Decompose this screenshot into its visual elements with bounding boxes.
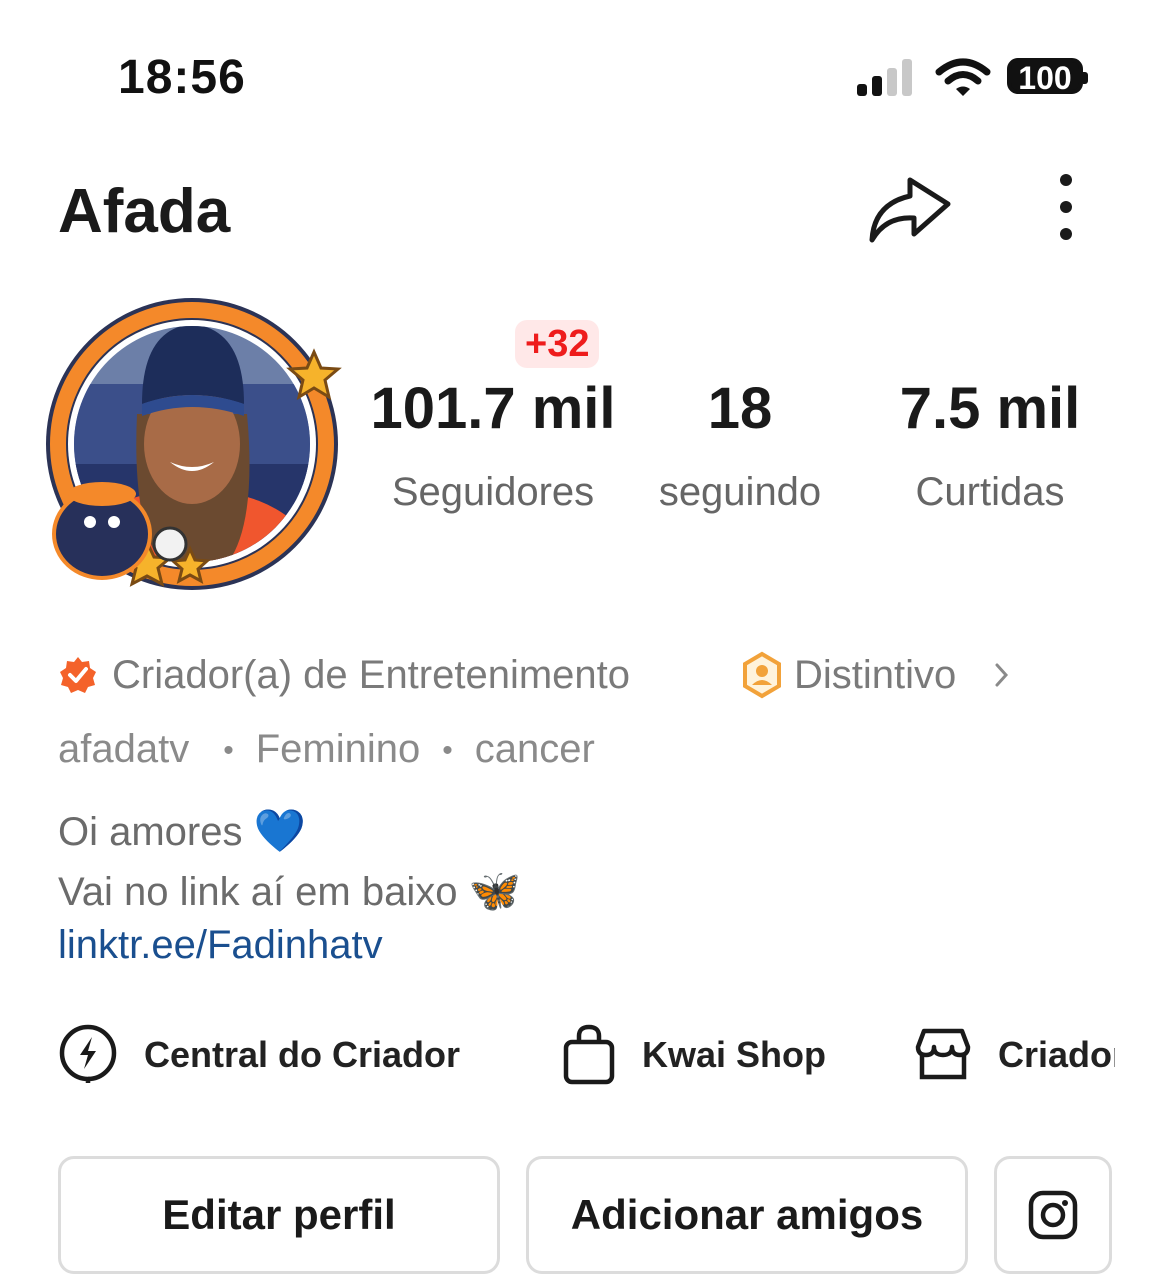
shopping-bag-icon — [563, 1024, 615, 1085]
store-icon — [915, 1028, 971, 1080]
bio-link[interactable]: linktr.ee/Fadinhatv — [58, 920, 383, 970]
wifi-icon — [935, 58, 991, 96]
battery-level: 100 — [1018, 60, 1072, 96]
instagram-icon — [1028, 1190, 1078, 1240]
followers-label[interactable]: Seguidores — [362, 470, 624, 515]
cellular-signal-icon — [857, 59, 912, 96]
category-row: Criador(a) de Entretenimento Distintivo — [58, 650, 1158, 700]
tool-creator-store[interactable]: Criador — [914, 1020, 1115, 1090]
profile-handle: afadatv — [58, 727, 190, 771]
followers-count[interactable]: 101.7 mil — [362, 375, 624, 442]
following-count[interactable]: 18 — [640, 375, 840, 442]
badge-link[interactable]: Distintivo — [740, 650, 1040, 700]
bio-line-2: Vai no link aí em baixo 🦋 — [58, 866, 521, 917]
more-vertical-icon — [1060, 174, 1072, 240]
tool-creator-store-label: Criador — [998, 1034, 1115, 1075]
share-button[interactable] — [866, 168, 954, 248]
profile-avatar[interactable] — [42, 294, 342, 594]
tool-creator-center[interactable]: Central do Criador — [58, 1020, 460, 1090]
following-label[interactable]: seguindo — [640, 470, 840, 515]
tool-kwai-shop-label: Kwai Shop — [642, 1034, 827, 1075]
battery-indicator: 100 — [1007, 58, 1088, 96]
likes-label: Curtidas — [915, 470, 1065, 514]
share-icon — [869, 177, 951, 243]
creator-tools-row: Central do Criador Kwai Shop Criador — [0, 1010, 1115, 1110]
likes-count: 7.5 mil — [899, 376, 1081, 441]
add-friends-button[interactable]: Adicionar amigos — [526, 1156, 968, 1274]
lightning-icon — [59, 1024, 117, 1083]
creator-category: Criador(a) de Entretenimento — [112, 653, 631, 697]
tool-kwai-shop[interactable]: Kwai Shop — [562, 1020, 826, 1090]
bio-line-2-text: Vai no link aí em baixo — [58, 870, 458, 914]
status-icons: 100 — [855, 56, 1095, 100]
blue-heart-icon: 💙 — [253, 807, 306, 854]
more-options-button[interactable] — [1036, 168, 1096, 248]
edit-profile-button[interactable]: Editar perfil — [58, 1156, 500, 1274]
instagram-button[interactable] — [994, 1156, 1112, 1274]
status-time: 18:56 — [118, 51, 246, 104]
bio-line-1: Oi amores 💙 — [58, 806, 306, 857]
profile-name: Afada — [58, 177, 231, 246]
badge-label: Distintivo — [794, 653, 957, 697]
profile-sign: cancer — [474, 727, 595, 771]
badge-hexagon-icon — [743, 651, 781, 699]
tool-creator-center-label: Central do Criador — [144, 1034, 461, 1075]
butterfly-icon: 🦋 — [468, 867, 521, 914]
chevron-right-icon — [995, 663, 1009, 687]
verified-badge-icon — [60, 657, 96, 693]
profile-info-row: afadatv • Feminino • cancer — [58, 727, 595, 771]
bio-line-1-text: Oi amores — [58, 810, 243, 854]
profile-gender: Feminino — [255, 727, 421, 771]
new-followers-badge: +32 — [515, 320, 600, 368]
